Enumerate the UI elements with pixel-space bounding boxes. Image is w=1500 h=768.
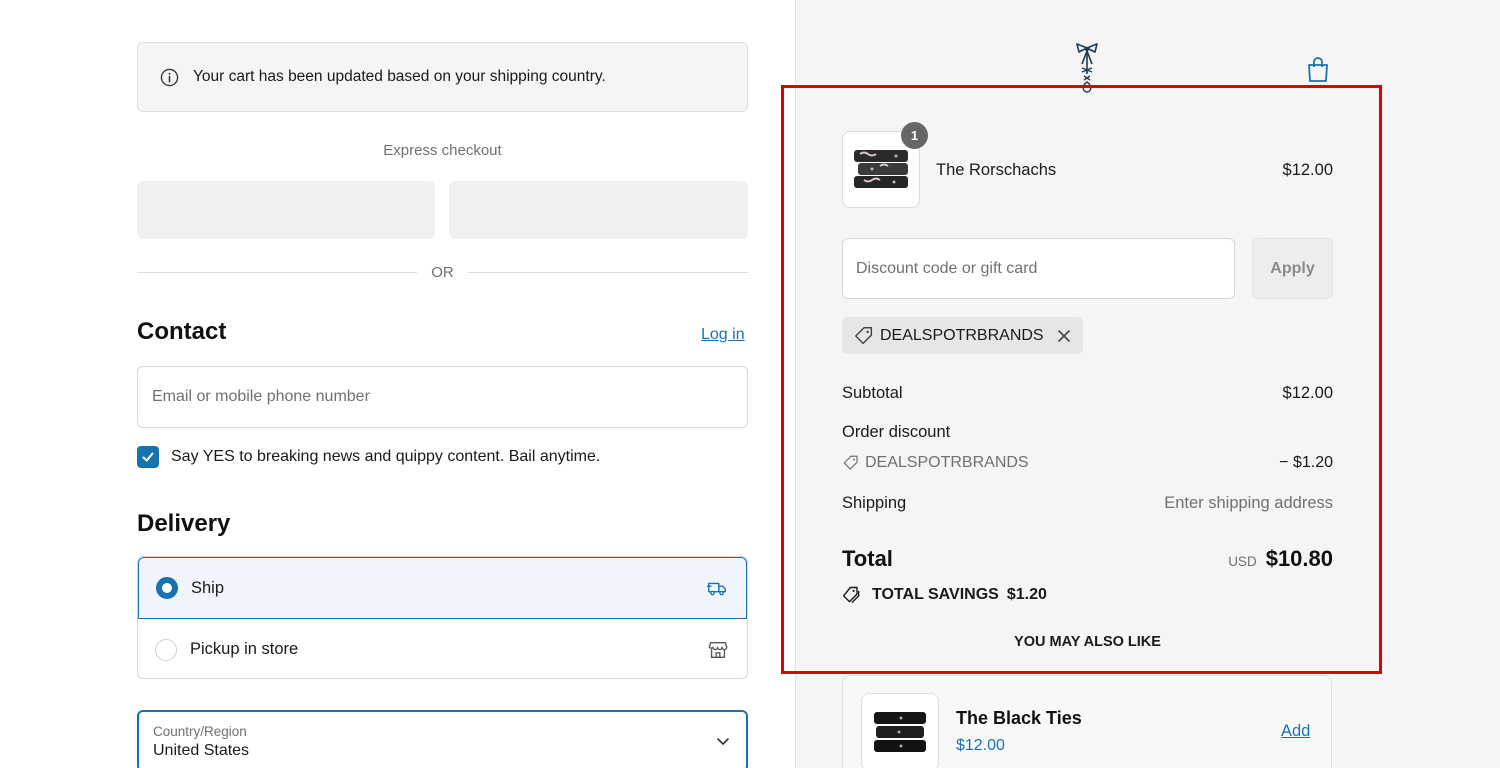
recommendation-name: The Black Ties: [956, 708, 1082, 728]
shipping-value: Enter shipping address: [1164, 494, 1333, 512]
savings-label: TOTAL SAVINGS: [872, 586, 999, 603]
express-pay-button-1[interactable]: [137, 181, 435, 239]
savings-tag-icon: [842, 585, 862, 605]
shopping-bag-icon[interactable]: [1306, 56, 1330, 84]
subtotal-value: $12.00: [1282, 384, 1333, 402]
total-amount: USD $10.80: [1228, 546, 1333, 572]
cart-updated-notice: Your cart has been updated based on your…: [137, 42, 748, 112]
total-label: Total: [842, 546, 893, 571]
ship-label: Ship: [191, 578, 225, 597]
applied-code-label: DEALSPOTRBRANDS: [880, 326, 1044, 344]
pickup-radio[interactable]: [155, 638, 177, 661]
country-label: Country/Region: [153, 724, 247, 739]
also-like-heading: YOU MAY ALSO LIKE: [1014, 634, 1161, 650]
subtotal-row: Subtotal $12.00: [842, 384, 1333, 403]
tag-icon: [842, 454, 860, 472]
quantity-badge: 1: [901, 122, 928, 149]
order-discount-row: Order discount: [842, 423, 1333, 442]
total-savings: TOTAL SAVINGS $1.20: [842, 585, 1047, 605]
shipping-label: Shipping: [842, 494, 907, 512]
truck-icon: [706, 577, 728, 599]
delivery-option-pickup[interactable]: Pickup in store: [138, 619, 747, 678]
apply-discount-button[interactable]: Apply: [1252, 238, 1333, 299]
applied-discount-chip: DEALSPOTRBRANDS: [842, 317, 1083, 354]
email-input[interactable]: [152, 388, 747, 406]
email-field[interactable]: [137, 366, 748, 428]
recommendation-thumbnail: [861, 693, 939, 768]
divider-line: [137, 271, 418, 273]
add-recommendation-link[interactable]: Add: [1281, 722, 1310, 741]
country-select[interactable]: Country/Region United States: [137, 710, 748, 768]
subtotal-label: Subtotal: [842, 384, 903, 402]
express-checkout-title: Express checkout: [383, 142, 502, 159]
notice-text: Your cart has been updated based on your…: [193, 68, 606, 85]
tag-icon: [853, 325, 875, 347]
newsletter-option[interactable]: Say YES to breaking news and quippy cont…: [137, 446, 600, 468]
login-link[interactable]: Log in: [701, 326, 745, 344]
product-price: $12.00: [1282, 161, 1333, 179]
total-currency: USD: [1228, 554, 1257, 569]
savings-value: $1.20: [1006, 586, 1047, 603]
total-value: $10.80: [1265, 546, 1333, 571]
discount-code-line: DEALSPOTRBRANDS: [842, 454, 1029, 472]
delivery-option-ship[interactable]: Ship: [138, 557, 747, 619]
checkout-main: Your cart has been updated based on your…: [0, 0, 795, 768]
recommendation-price: $12.00: [956, 737, 1005, 754]
country-value: United States: [153, 742, 250, 759]
pickup-label: Pickup in store: [190, 640, 299, 658]
divider-line: [467, 271, 748, 273]
contact-heading: Contact: [137, 318, 227, 345]
delivery-heading: Delivery: [137, 510, 231, 537]
express-pay-button-2[interactable]: [449, 181, 748, 239]
discount-amount: − $1.20: [1279, 454, 1333, 471]
newsletter-checkbox[interactable]: [137, 446, 159, 468]
or-label: OR: [431, 263, 454, 281]
order-discount-label: Order discount: [842, 423, 951, 441]
shipping-row: Shipping Enter shipping address: [842, 494, 1333, 513]
ship-radio[interactable]: [156, 577, 178, 599]
chevron-down-icon: [716, 734, 730, 748]
newsletter-label: Say YES to breaking news and quippy cont…: [171, 448, 601, 465]
delivery-method-group: Ship Pickup in store: [137, 556, 748, 679]
discount-code-field[interactable]: [842, 238, 1235, 299]
store-icon: [707, 639, 729, 661]
discount-code-label: DEALSPOTRBRANDS: [865, 454, 1029, 471]
info-icon: [160, 68, 179, 87]
discount-code-input[interactable]: [856, 259, 1234, 278]
remove-discount-icon[interactable]: [1057, 329, 1071, 343]
brand-logo-icon[interactable]: [1071, 42, 1103, 96]
or-divider: OR: [137, 262, 748, 282]
product-name: The Rorschachs: [936, 161, 1057, 179]
